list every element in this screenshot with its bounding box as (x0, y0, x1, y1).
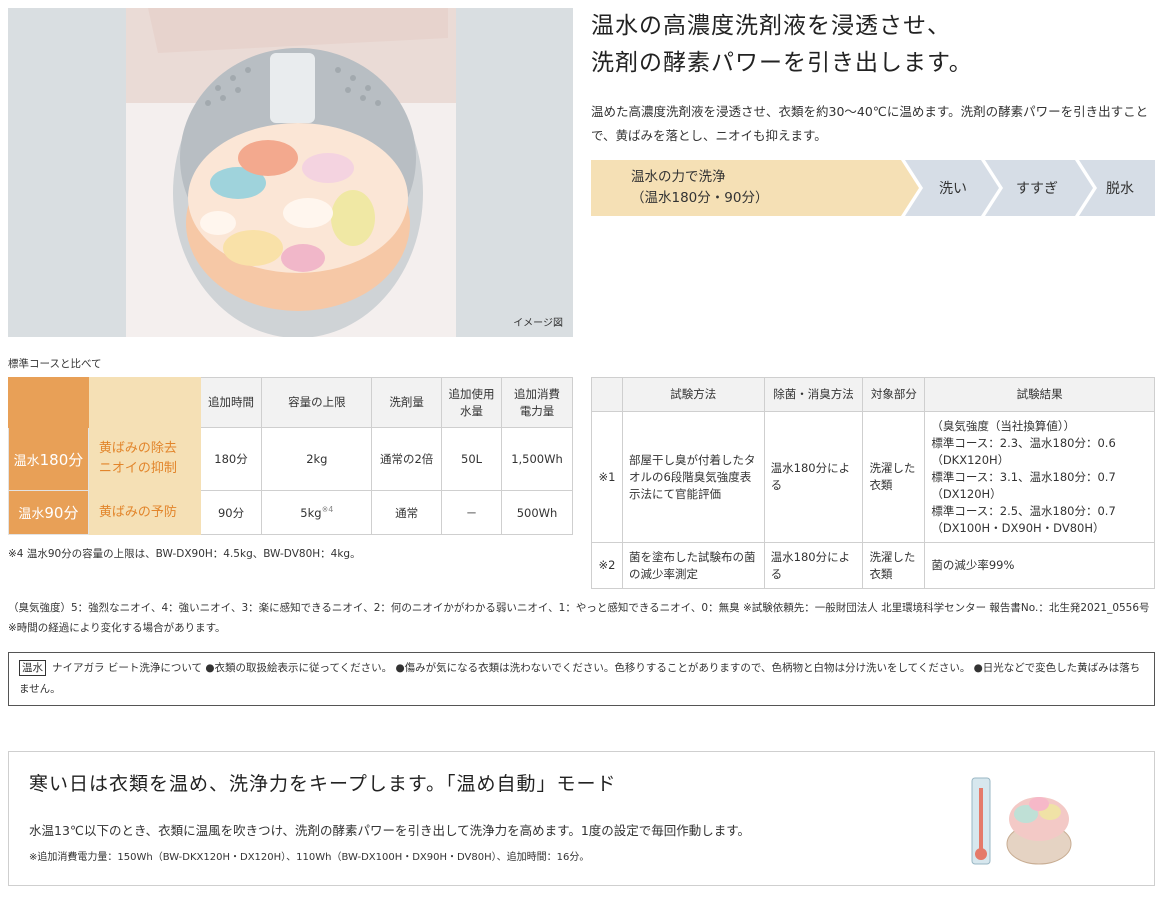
flow-step-spin-label: 脱水 (1106, 181, 1134, 197)
notice-tag: 温水 (19, 660, 46, 676)
course-feature: 黄ばみの除去 ニオイの抑制 (87, 427, 201, 491)
table-cell: － (441, 490, 502, 535)
footnote-ref: ※4 (321, 505, 334, 515)
result-line: （DX100H・DX90H・DV80H） (931, 520, 1105, 535)
header-cell: 除菌・消臭方法 (763, 377, 864, 412)
warm-auto-mode-box: 寒い日は衣類を温め、洗浄力をキープします。「温め自動」モード 水温13℃以下のと… (8, 751, 1155, 886)
course-name: 温水90分 (8, 490, 89, 535)
header-cell: 追加消費電力量 (501, 377, 573, 428)
image-caption: イメージ図 (513, 318, 563, 329)
table-cell: 通常 (371, 490, 443, 535)
header-text: 追加消費電力量 (514, 386, 560, 418)
flow-step-warm-label: 温水の力で洗浄 （温水180分・90分） (631, 167, 768, 209)
section-headline: 温水の高濃度洗剤液を浸透させ、 洗剤の酵素パワーを引き出します。 (591, 8, 1161, 82)
table-cell: 通常の2倍 (371, 427, 443, 491)
course-name: 温水180分 (8, 427, 89, 491)
table-cell: 洗濯した衣類 (862, 542, 926, 589)
mode-title: 寒い日は衣類を温め、洗浄力をキープします。「温め自動」モード (29, 773, 617, 795)
table-cell: 50L (441, 427, 502, 491)
table-header-row: 試験方法 除菌・消臭方法 対象部分 試験結果 (591, 377, 1155, 412)
row-mark: ※1 (591, 411, 623, 543)
course-value: 180分 (39, 450, 84, 469)
result-line: 標準コース：2.3、温水180分：0.6 (931, 435, 1116, 450)
table-cell: 500Wh (501, 490, 573, 535)
table-cell: 部屋干し臭が付着したタオルの6段階臭気強度表示法にて官能評価 (621, 411, 765, 543)
headline-line-1: 温水の高濃度洗剤液を浸透させ、 (591, 13, 951, 39)
notice-text: ナイアガラ ビート洗浄について ●衣類の取扱絵表示に従ってください。 ●傷みが気… (19, 662, 1141, 695)
headline-line-2: 洗剤の酵素パワーを引き出します。 (591, 50, 973, 76)
header-cell: 試験結果 (924, 377, 1155, 412)
table-cell: 90分 (199, 490, 263, 535)
usage-notice: 温水 ナイアガラ ビート洗浄について ●衣類の取扱絵表示に従ってください。 ●傷み… (8, 652, 1155, 706)
feature-line: ニオイの抑制 (98, 461, 177, 476)
mode-text: 水温13℃以下のとき、衣類に温風を吹きつけ、洗剤の酵素パワーを引き出して洗浄力を… (29, 823, 751, 838)
result-line: （DX120H） (931, 486, 1002, 501)
washing-drum-illustration (8, 8, 573, 337)
table-row: ※1 部屋干し臭が付着したタオルの6段階臭気強度表示法にて官能評価 温水180分… (591, 411, 1155, 543)
table-cell: 180分 (199, 427, 263, 491)
header-cell: 容量の上限 (261, 377, 373, 428)
course-feature: 黄ばみの予防 (87, 490, 201, 535)
flow-step-warm-line2: （温水180分・90分） (631, 190, 769, 206)
table-cell: 温水180分による (763, 411, 864, 543)
wash-flow-diagram: 温水の力で洗浄 （温水180分・90分） 洗い すすぎ 脱水 (591, 160, 1155, 216)
table-row: 温水180分 黄ばみの除去 ニオイの抑制 180分 2kg 通常の2倍 50L … (8, 427, 573, 491)
feature-line: 黄ばみの予防 (98, 504, 177, 520)
table-cell: 2kg (261, 427, 373, 491)
odor-footnote: （臭気強度）5：強烈なニオイ、4：強いニオイ、3：楽に感知できるニオイ、2：何の… (8, 602, 1150, 634)
table-cell: 5kg※4 (261, 490, 373, 535)
table-header-row: 追加時間 容量の上限 洗剤量 追加使用水量 追加消費電力量 (8, 377, 573, 428)
result-line: （DKX120H） (931, 452, 1010, 467)
hero-image: イメージ図 (8, 8, 573, 337)
feature-line: 黄ばみの除去 (98, 441, 177, 456)
flow-step-wash-label: 洗い (939, 181, 967, 197)
header-cell: 対象部分 (862, 377, 926, 412)
result-line: （臭気強度（当社換算値）） (931, 418, 1076, 433)
header-text: 追加使用水量 (448, 386, 495, 418)
table-cell: （臭気強度（当社換算値）） 標準コース：2.3、温水180分：0.6 （DKX1… (924, 411, 1155, 543)
header-cell: 追加時間 (199, 377, 263, 428)
table-cell: 温水180分による (763, 542, 864, 589)
header-blank-2 (87, 377, 201, 428)
lead-text: 温めた高濃度洗剤液を浸透させ、衣類を約30～40℃に温めます。洗剤の酵素パワーを… (591, 104, 1149, 143)
table-cell: 1,500Wh (501, 427, 573, 491)
result-line: 標準コース：2.5、温水180分：0.7 (931, 503, 1116, 518)
thermometer-laundry-basket-illustration (971, 777, 1072, 865)
table-cell: 菌を塗布した試験布の菌の減少率測定 (621, 542, 765, 589)
row-mark: ※2 (591, 542, 623, 589)
table-row: 温水90分 黄ばみの予防 90分 5kg※4 通常 － 500Wh (8, 490, 573, 535)
table-cell: 菌の減少率99% (924, 542, 1155, 589)
flow-step-warm-line1: 温水の力で洗浄 (631, 169, 726, 185)
header-cell: 洗剤量 (371, 377, 443, 428)
table-row: ※2 菌を塗布した試験布の菌の減少率測定 温水180分による 洗濯した衣類 菌の… (591, 542, 1155, 589)
cell-value: 5kg (300, 505, 322, 520)
course-value: 90分 (44, 504, 79, 522)
mode-note: ※追加消費電力量：150Wh（BW-DKX120H・DX120H）、110Wh（… (29, 852, 590, 863)
comparison-table: 追加時間 容量の上限 洗剤量 追加使用水量 追加消費電力量 温水180分 黄ばみ… (8, 377, 573, 535)
header-cell: 試験方法 (621, 377, 765, 412)
header-cell: 追加使用水量 (441, 377, 502, 428)
course-prefix: 温水 (13, 453, 40, 469)
header-blank (591, 377, 623, 412)
course-prefix: 温水 (18, 507, 45, 522)
test-results-table: 試験方法 除菌・消臭方法 対象部分 試験結果 ※1 部屋干し臭が付着したタオルの… (591, 377, 1155, 589)
comparison-caption: 標準コースと比べて (8, 358, 102, 370)
header-blank-1 (8, 377, 89, 428)
flow-step-rinse-label: すすぎ (1016, 181, 1058, 197)
result-line: 標準コース：3.1、温水180分：0.7 (931, 469, 1116, 484)
table-cell: 洗濯した衣類 (862, 411, 926, 543)
capacity-note: ※4 温水90分の容量の上限は、BW-DX90H：4.5kg、BW-DV80H：… (8, 548, 361, 560)
